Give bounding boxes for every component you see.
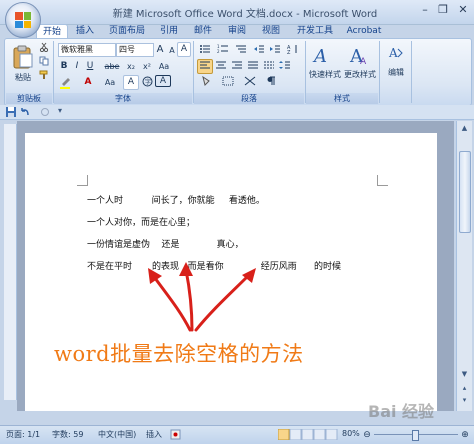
- status-bar: 页面: 1/1 字数: 59 中文(中国) 插入 80% ⊖ ⊕: [0, 425, 474, 444]
- office-logo-icon: [15, 12, 31, 28]
- watermark: Bai 经验: [368, 402, 435, 421]
- insert-mode[interactable]: 插入: [146, 429, 162, 440]
- word-count[interactable]: 字数: 59: [52, 429, 83, 440]
- scroll-down-arrow[interactable]: ▼: [459, 369, 470, 380]
- zoom-slider-thumb[interactable]: [412, 430, 419, 441]
- view-buttons[interactable]: [277, 428, 338, 441]
- arrow-left-head: [148, 268, 162, 284]
- arrow-right: [194, 272, 252, 332]
- scroll-up-arrow[interactable]: ▲: [459, 123, 470, 134]
- zoom-out-icon[interactable]: ⊖: [362, 430, 372, 440]
- arrow-middle: [184, 268, 194, 332]
- language-indicator[interactable]: 中文(中国): [98, 429, 136, 440]
- arrow-middle-head: [179, 262, 193, 276]
- prev-page-icon[interactable]: ▴: [459, 383, 470, 394]
- next-page-icon[interactable]: ▾: [459, 395, 470, 406]
- annotation-arrows: [148, 262, 256, 332]
- page-count[interactable]: 页面: 1/1: [6, 429, 40, 440]
- zoom-in-icon[interactable]: ⊕: [460, 430, 470, 440]
- macro-icon[interactable]: [170, 429, 182, 440]
- scroll-thumb[interactable]: [459, 151, 471, 233]
- overlay-caption: word批量去除空格的方法: [54, 342, 304, 366]
- office-button[interactable]: [5, 2, 41, 38]
- vertical-scrollbar[interactable]: ▲ ▼ ▴ ▾: [456, 121, 472, 411]
- arrow-left: [150, 272, 192, 332]
- zoom-level[interactable]: 80%: [342, 429, 360, 438]
